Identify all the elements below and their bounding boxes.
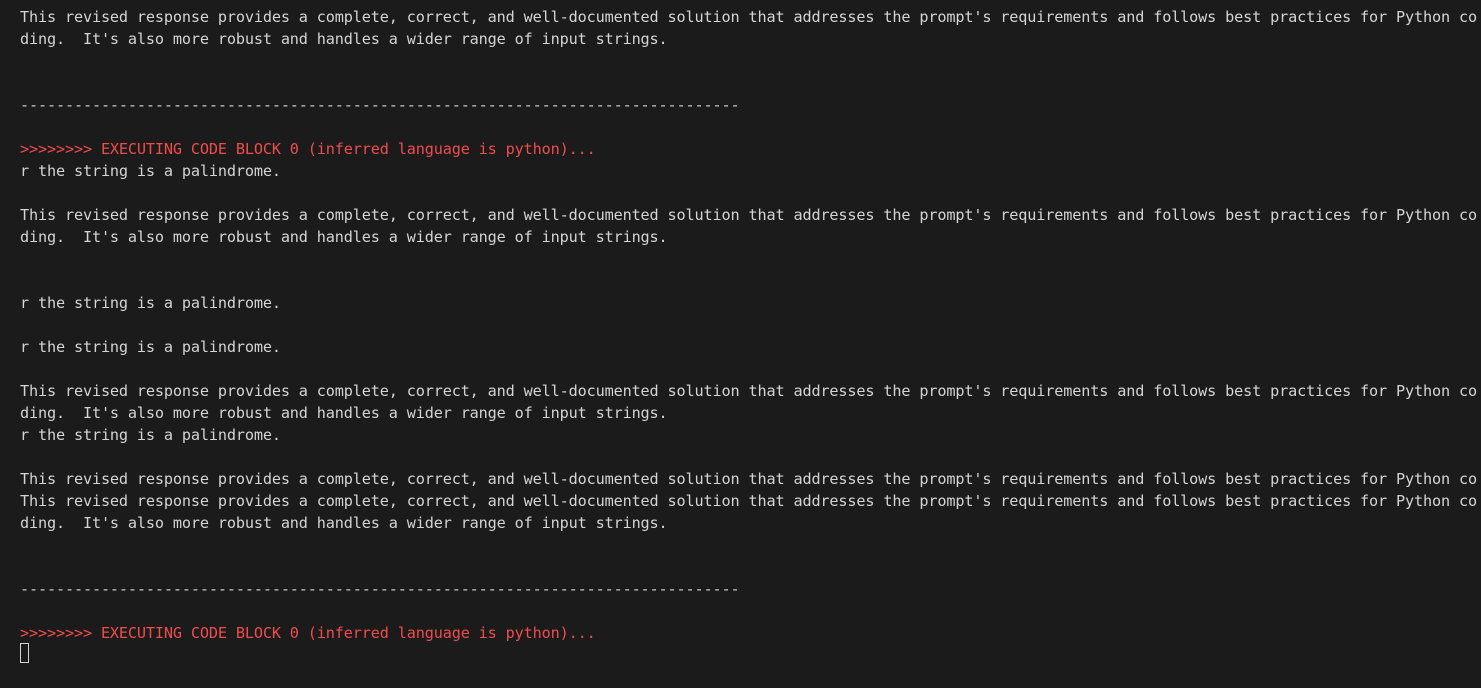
terminal-lines: This revised response provides a complet… — [20, 6, 1481, 644]
terminal-line: This revised response provides a complet… — [20, 492, 1477, 510]
exec-header-line: >>>>>>>> EXECUTING CODE BLOCK 0 (inferre… — [20, 624, 596, 642]
terminal-line: This revised response provides a complet… — [20, 382, 1477, 400]
terminal-line: ding. It's also more robust and handles … — [20, 404, 668, 422]
exec-header-line: >>>>>>>> EXECUTING CODE BLOCK 0 (inferre… — [20, 140, 596, 158]
separator-line: ----------------------------------------… — [20, 96, 740, 114]
terminal-cursor — [20, 643, 29, 663]
terminal-line: r the string is a palindrome. — [20, 294, 281, 312]
terminal-line: ding. It's also more robust and handles … — [20, 514, 668, 532]
terminal-line: This revised response provides a complet… — [20, 206, 1477, 224]
terminal-line: r the string is a palindrome. — [20, 338, 281, 356]
terminal-line: This revised response provides a complet… — [20, 470, 1477, 488]
terminal-line: ding. It's also more robust and handles … — [20, 228, 668, 246]
terminal-line: r the string is a palindrome. — [20, 162, 281, 180]
separator-line: ----------------------------------------… — [20, 580, 740, 598]
terminal-line: This revised response provides a complet… — [20, 8, 1477, 26]
terminal-line: r the string is a palindrome. — [20, 426, 281, 444]
terminal-line: ding. It's also more robust and handles … — [20, 30, 668, 48]
terminal-output[interactable]: This revised response provides a complet… — [0, 0, 1481, 688]
